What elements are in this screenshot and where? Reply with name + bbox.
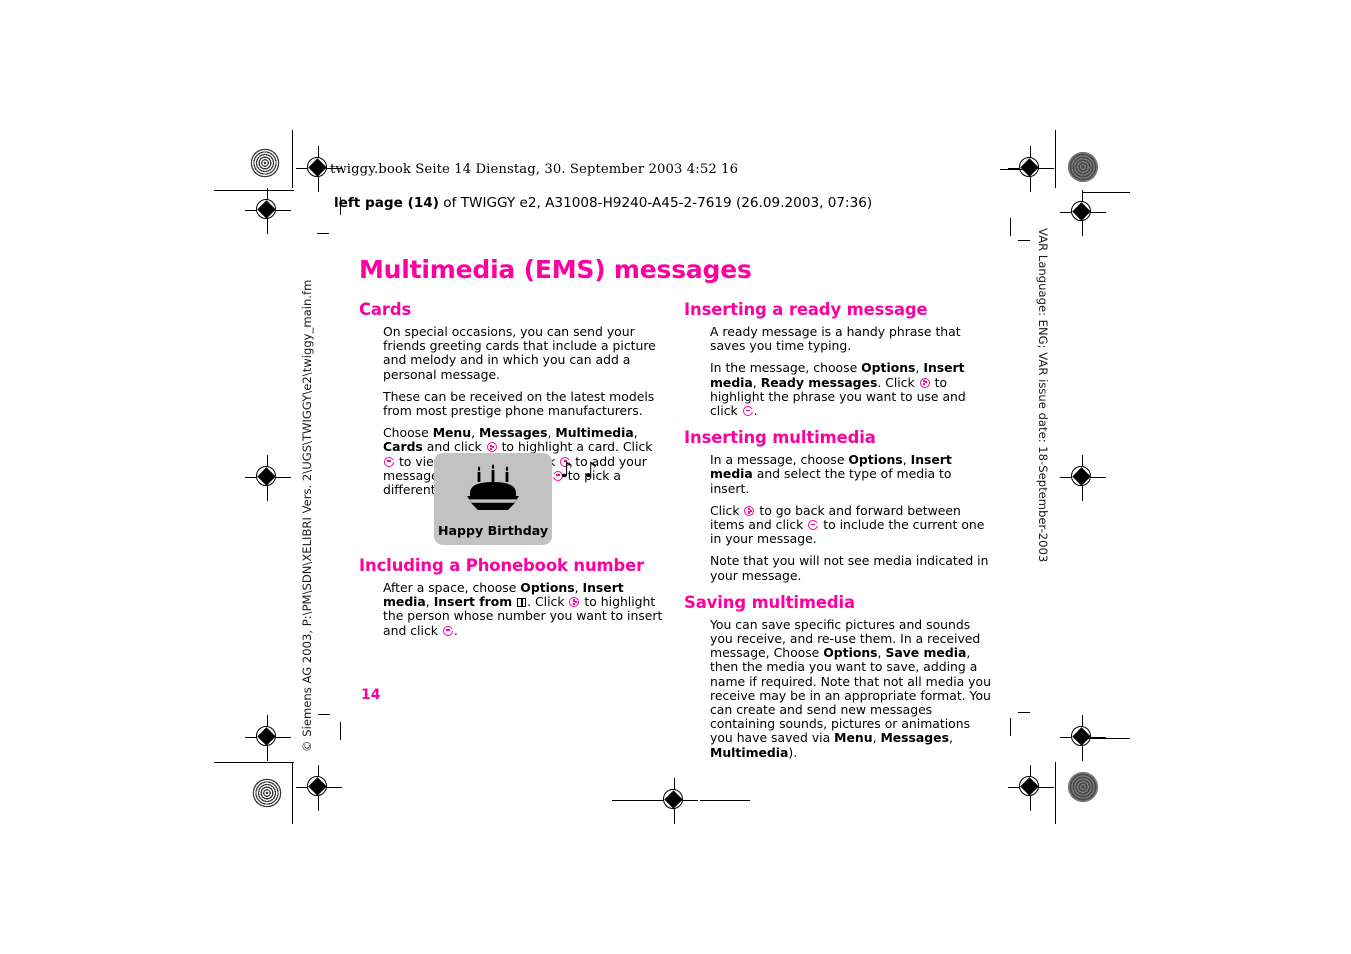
page-title: Multimedia (EMS) messages — [359, 255, 752, 284]
rm-t4: . Click — [877, 374, 919, 390]
options-term-2: Options — [861, 360, 916, 376]
page-info-line: left page (14) of TWIGGY e2, A31008-H924… — [334, 195, 872, 211]
trim-tick-top-right-h2 — [1082, 192, 1130, 194]
saving-multimedia-paragraph: You can save specific pictures and sound… — [710, 617, 994, 760]
section-heading-saving-multimedia: Saving multimedia — [684, 592, 856, 612]
left-margin-source-path: © Siemens AG 2003, P:\PM\SDN\XELIBRI Ver… — [300, 279, 314, 752]
cards-term: Cards — [383, 439, 423, 455]
birthday-cake-icon — [457, 463, 529, 515]
options-term-3: Options — [848, 452, 903, 468]
trim-tick-bottom-center-right — [700, 800, 750, 802]
sm-t5: , — [948, 730, 953, 746]
trim-tick-top-left-h — [214, 190, 294, 192]
phonebook-paragraph: After a space, choose Options, Insert me… — [383, 580, 664, 638]
page-info-label: left page (14) — [334, 195, 439, 211]
registration-crosshair-top-left-outer — [245, 188, 291, 234]
menu-term-2: Menu — [834, 730, 873, 746]
section-heading-ready-message: Inserting a ready message — [684, 300, 928, 319]
file-timestamp-line: twiggy.book Seite 14 Dienstag, 30. Septe… — [330, 162, 739, 177]
page-number: 14 — [361, 687, 381, 703]
trim-tick-bottom-right-h — [1082, 738, 1130, 740]
trim-tick-bottom-center-left — [612, 800, 662, 802]
messages-term-2: Messages — [880, 730, 949, 746]
fold-tick-left-lower-h — [318, 714, 330, 716]
navigation-updown-key-icon-5 — [744, 505, 755, 516]
options-term-4: Options — [823, 645, 878, 661]
halftone-registration-dot-bottom-left — [252, 778, 282, 808]
fold-tick-right-lower-h — [1018, 712, 1030, 714]
cards-p3-t2: , — [471, 425, 479, 441]
menu-term: Menu — [432, 425, 472, 441]
soft-key-left-icon-5 — [808, 520, 819, 531]
insert-from-term: Insert from — [433, 594, 513, 610]
messages-term: Messages — [478, 425, 548, 441]
soft-key-left-icon-4 — [742, 406, 753, 417]
fold-tick-right-upper-h — [1018, 240, 1030, 242]
rm-t1: In the message, choose — [710, 360, 862, 376]
registration-crosshair-bottom-right-inner — [1008, 765, 1054, 811]
card-caption: Happy Birthday — [437, 523, 549, 538]
navigation-updown-key-icon-3 — [569, 597, 580, 608]
right-margin-var-language: VAR Language: ENG; VAR issue date: 18-Se… — [1036, 228, 1050, 563]
pb-t6: . — [453, 622, 458, 638]
phonebook-icon — [517, 598, 527, 608]
cards-p3-t4: , — [633, 425, 638, 441]
right-text-column: Inserting a ready message A ready messag… — [684, 300, 994, 768]
im-t2: , — [902, 452, 911, 468]
fold-tick-right-upper — [1010, 218, 1012, 236]
pb-t1: After a space, choose — [383, 580, 521, 595]
section-heading-phonebook: Including a Phonebook number — [359, 556, 645, 575]
halftone-registration-dot — [250, 148, 280, 178]
fold-tick-right-lower-v — [1010, 718, 1012, 736]
greeting-card-figure: Happy Birthday — [434, 453, 552, 545]
pb-t3: , — [425, 594, 434, 610]
section-heading-cards: Cards — [359, 300, 412, 319]
fold-tick-left-lower-v — [340, 722, 342, 740]
registration-crosshair-mid-right — [1060, 455, 1106, 501]
ready-message-paragraph-1: A ready message is a handy phrase that s… — [710, 324, 961, 354]
halftone-registration-dot-bottom-right — [1068, 772, 1098, 802]
registration-crosshair-bottom-left-inner — [296, 765, 342, 811]
navigation-updown-key-icon-4 — [919, 377, 930, 388]
cards-paragraph-2: These can be received on the latest mode… — [383, 388, 655, 419]
im-t1: In a message, choose — [710, 452, 849, 468]
music-notes-icon: ♪ ♪ — [560, 458, 600, 482]
sm-t6: ). — [788, 744, 798, 760]
pb-t4: . Click — [527, 594, 569, 610]
im2-t1: Click — [710, 502, 744, 518]
trim-tick-top-left-v — [292, 130, 294, 188]
navigation-updown-key-icon — [486, 442, 497, 453]
rm-t3: , — [752, 374, 761, 390]
multimedia-term: Multimedia — [555, 425, 634, 441]
options-term: Options — [520, 580, 575, 595]
inserting-multimedia-paragraph-3: Note that you will not see media indicat… — [710, 553, 989, 583]
soft-key-left-icon — [384, 456, 395, 467]
ready-message-paragraph-2: In the message, choose Options, Insert m… — [710, 361, 994, 418]
inserting-multimedia-paragraph-2: Click to go back and forward between ite… — [710, 502, 994, 547]
rm-t6: . — [753, 403, 758, 419]
section-heading-inserting-multimedia: Inserting multimedia — [684, 428, 876, 448]
trim-tick-bottom-left-h — [214, 762, 294, 764]
printed-page-sheet: twiggy.book Seite 14 Dienstag, 30. Septe… — [0, 0, 1351, 954]
registration-crosshair-mid-left — [245, 455, 291, 501]
cards-paragraph-1: On special occasions, you can send your … — [383, 324, 656, 382]
multimedia-term-2: Multimedia — [710, 744, 789, 760]
cards-p3-t1: Choose — [383, 425, 433, 441]
fold-tick-left-upper — [317, 233, 329, 235]
halftone-registration-dot-top-right — [1068, 152, 1098, 182]
phonebook-section: Including a Phonebook number After a spa… — [359, 556, 664, 646]
page-info-detail: of TWIGGY e2, A31008-H9240-A45-2-7619 (2… — [438, 195, 873, 211]
ready-messages-term: Ready messages — [760, 374, 878, 390]
inserting-multimedia-paragraph-1: In a message, choose Options, Insert med… — [710, 453, 994, 496]
save-media-term: Save media — [885, 645, 967, 661]
registration-crosshair-bottom-left-outer — [245, 715, 291, 761]
trim-tick-top-right-h — [1000, 169, 1036, 171]
trim-tick-bottom-left-v — [292, 762, 294, 824]
registration-crosshair-top-right-outer — [1060, 190, 1106, 236]
trim-tick-bottom-right-v — [1055, 762, 1057, 824]
soft-key-left-icon-3 — [442, 625, 454, 636]
trim-tick-top-right-v — [1055, 130, 1057, 188]
